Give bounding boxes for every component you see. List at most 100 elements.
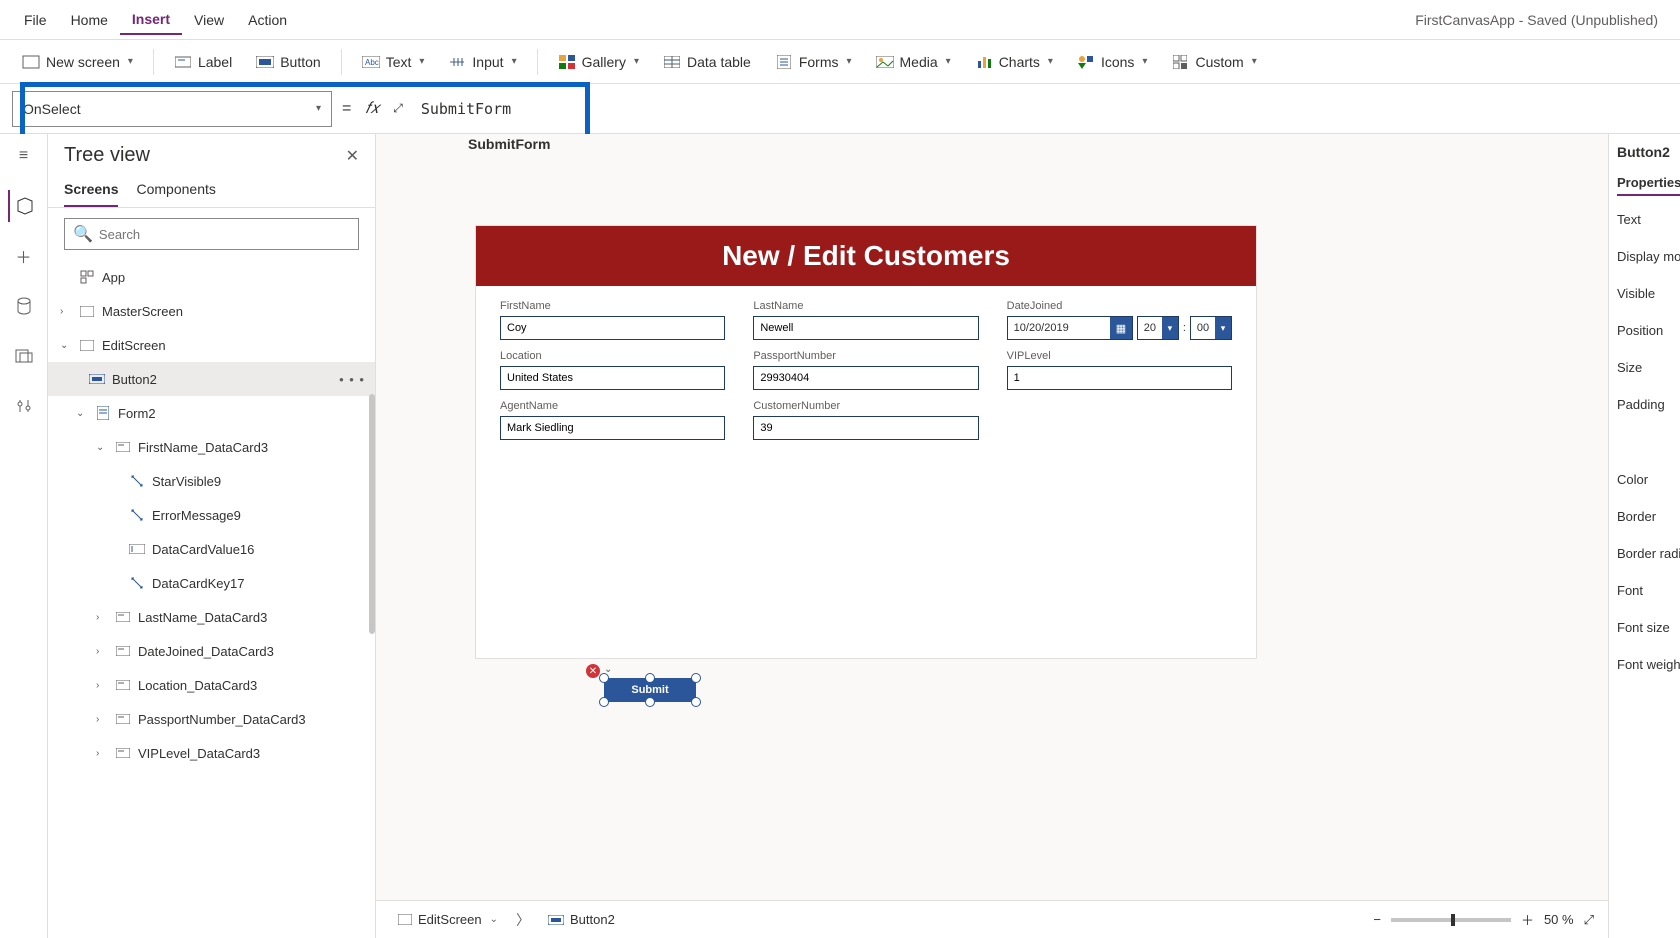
prop-display-mode[interactable]: Display mo bbox=[1617, 249, 1672, 264]
tree-item-masterscreen[interactable]: ›MasterScreen bbox=[48, 294, 375, 328]
treeview-rail-icon[interactable] bbox=[8, 190, 40, 222]
input-dropdown[interactable]: Input▾ bbox=[438, 49, 526, 75]
breadcrumb-control[interactable]: Button2 bbox=[540, 910, 623, 929]
advanced-rail-icon[interactable] bbox=[8, 390, 40, 422]
date-picker[interactable]: 10/20/2019▦ bbox=[1007, 316, 1133, 340]
left-rail: ≡ ＋ bbox=[0, 134, 48, 938]
charts-dropdown[interactable]: Charts▾ bbox=[965, 49, 1063, 75]
resize-handle[interactable] bbox=[645, 697, 655, 707]
canvas-area[interactable]: New / Edit Customers FirstName LastName … bbox=[376, 134, 1608, 938]
search-input[interactable] bbox=[99, 227, 350, 242]
formula-input[interactable]: SubmitForm bbox=[413, 96, 519, 122]
forms-dropdown[interactable]: Forms▾ bbox=[765, 49, 862, 75]
custom-dropdown[interactable]: Custom▾ bbox=[1161, 49, 1266, 75]
prop-position[interactable]: Position bbox=[1617, 323, 1672, 338]
tree-item-app[interactable]: App bbox=[48, 260, 375, 294]
media-dropdown[interactable]: Media▾ bbox=[866, 49, 961, 75]
tree-item-form2[interactable]: ⌄Form2 bbox=[48, 396, 375, 430]
resize-handle[interactable] bbox=[645, 673, 655, 683]
data-table-button[interactable]: Data table bbox=[653, 49, 761, 75]
text-dropdown[interactable]: Abc Text▾ bbox=[352, 49, 435, 75]
icons-dropdown[interactable]: Icons▾ bbox=[1067, 49, 1158, 75]
tree-item-passport-card[interactable]: ›PassportNumber_DataCard3 bbox=[48, 702, 375, 736]
new-screen-button[interactable]: New screen▾ bbox=[12, 49, 143, 75]
menu-insert[interactable]: Insert bbox=[120, 5, 182, 35]
edit-screen-surface[interactable]: New / Edit Customers FirstName LastName … bbox=[476, 226, 1256, 658]
media-rail-icon[interactable] bbox=[8, 340, 40, 372]
data-rail-icon[interactable] bbox=[8, 290, 40, 322]
menu-action[interactable]: Action bbox=[236, 6, 299, 34]
tree-item-editscreen[interactable]: ⌄EditScreen bbox=[48, 328, 375, 362]
error-badge-icon[interactable]: ✕ bbox=[586, 664, 600, 678]
tree-item-lastname-card[interactable]: ›LastName_DataCard3 bbox=[48, 600, 375, 634]
minute-select[interactable]: 00▾ bbox=[1190, 316, 1232, 340]
zoom-out-button[interactable]: − bbox=[1373, 912, 1381, 927]
formula-expand-icon[interactable]: ⤢ bbox=[393, 101, 403, 116]
tree-item-location-card[interactable]: ›Location_DataCard3 bbox=[48, 668, 375, 702]
fit-screen-icon[interactable]: ⤢ bbox=[1584, 912, 1594, 928]
resize-handle[interactable] bbox=[599, 673, 609, 683]
tree-search[interactable]: 🔍 bbox=[64, 218, 359, 250]
input-lastname[interactable] bbox=[753, 316, 978, 340]
submit-button[interactable]: Submit bbox=[604, 678, 696, 702]
tree-item-firstname-card[interactable]: ⌄FirstName_DataCard3 bbox=[48, 430, 375, 464]
prop-font-size[interactable]: Font size bbox=[1617, 620, 1672, 635]
fx-icon[interactable]: 𝑓𝑥 bbox=[361, 100, 383, 118]
tree-item-datacardvalue16[interactable]: DataCardValue16 bbox=[48, 532, 375, 566]
prop-font[interactable]: Font bbox=[1617, 583, 1672, 598]
prop-padding[interactable]: Padding bbox=[1617, 397, 1672, 412]
gallery-dropdown[interactable]: Gallery▾ bbox=[548, 49, 649, 75]
close-icon[interactable]: ✕ bbox=[346, 146, 359, 166]
property-selector[interactable]: OnSelect▾ bbox=[12, 91, 332, 127]
resize-handle[interactable] bbox=[599, 697, 609, 707]
prop-border-radius[interactable]: Border radi bbox=[1617, 546, 1672, 561]
input-passport[interactable] bbox=[753, 366, 978, 390]
menu-view[interactable]: View bbox=[182, 6, 236, 34]
tree-item-errormessage9[interactable]: ErrorMessage9 bbox=[48, 498, 375, 532]
button-button[interactable]: Button bbox=[246, 49, 330, 75]
menu-file[interactable]: File bbox=[12, 6, 59, 34]
tree-item-starvisible9[interactable]: StarVisible9 bbox=[48, 464, 375, 498]
label-viplevel: VIPLevel bbox=[1007, 350, 1232, 362]
zoom-in-button[interactable]: ＋ bbox=[1521, 910, 1534, 929]
scrollbar-thumb[interactable] bbox=[369, 394, 375, 634]
prop-size[interactable]: Size bbox=[1617, 360, 1672, 375]
selected-control[interactable]: ✕ ⌄ Submit bbox=[604, 678, 696, 702]
resize-handle[interactable] bbox=[691, 697, 701, 707]
formula-suggestion[interactable]: SubmitForm bbox=[468, 136, 550, 152]
prop-visible[interactable]: Visible bbox=[1617, 286, 1672, 301]
hour-select[interactable]: 20▾ bbox=[1137, 316, 1179, 340]
prop-color[interactable]: Color bbox=[1617, 472, 1672, 487]
app-title: FirstCanvasApp - Saved (Unpublished) bbox=[1415, 12, 1668, 28]
menu-home[interactable]: Home bbox=[59, 6, 120, 34]
insert-rail-icon[interactable]: ＋ bbox=[8, 240, 40, 272]
tree-item-datejoined-card[interactable]: ›DateJoined_DataCard3 bbox=[48, 634, 375, 668]
tree-item-datacardkey17[interactable]: DataCardKey17 bbox=[48, 566, 375, 600]
hamburger-icon[interactable]: ≡ bbox=[8, 140, 40, 172]
prop-text[interactable]: Text bbox=[1617, 212, 1672, 227]
custom-icon bbox=[1171, 53, 1189, 71]
button-icon bbox=[548, 915, 564, 925]
label-button[interactable]: Label bbox=[164, 49, 242, 75]
input-location[interactable] bbox=[500, 366, 725, 390]
tab-components[interactable]: Components bbox=[136, 173, 215, 207]
resize-handle[interactable] bbox=[691, 673, 701, 683]
input-agentname[interactable] bbox=[500, 416, 725, 440]
input-firstname[interactable] bbox=[500, 316, 725, 340]
label-icon bbox=[128, 472, 146, 490]
more-icon[interactable]: • • • bbox=[339, 372, 365, 387]
input-viplevel[interactable] bbox=[1007, 366, 1232, 390]
calendar-icon[interactable]: ▦ bbox=[1110, 317, 1132, 339]
tab-properties[interactable]: Properties bbox=[1617, 175, 1680, 196]
tree-item-button2[interactable]: Button2• • • bbox=[48, 362, 375, 396]
tree-item-viplevel-card[interactable]: ›VIPLevel_DataCard3 bbox=[48, 736, 375, 770]
chevron-down-icon: ▾ bbox=[1215, 317, 1231, 339]
input-customernumber[interactable] bbox=[753, 416, 978, 440]
datatable-icon bbox=[663, 53, 681, 71]
tab-screens[interactable]: Screens bbox=[64, 173, 118, 207]
zoom-slider[interactable] bbox=[1391, 918, 1511, 922]
breadcrumb-screen[interactable]: EditScreen ⌄ bbox=[390, 910, 506, 929]
field-location: Location bbox=[500, 350, 725, 390]
prop-font-weight[interactable]: Font weigh bbox=[1617, 657, 1672, 672]
prop-border[interactable]: Border bbox=[1617, 509, 1672, 524]
